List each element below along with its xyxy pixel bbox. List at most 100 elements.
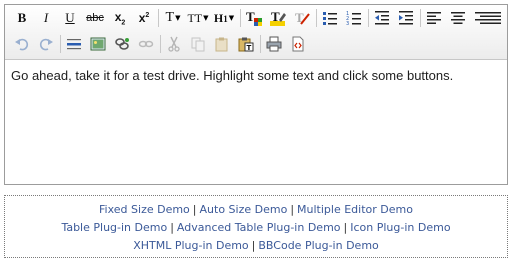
- unlink-button[interactable]: [135, 33, 157, 55]
- link-icon: [115, 38, 129, 50]
- copy-button[interactable]: [187, 33, 209, 55]
- cut-button[interactable]: [163, 33, 185, 55]
- numbered-list-icon: 1 2 3: [346, 11, 361, 26]
- link-separator: |: [251, 239, 256, 252]
- svg-text:T: T: [247, 44, 252, 52]
- demo-links-line-3: XHTML Plug-in Demo | BBCode Plug-in Demo: [5, 237, 507, 255]
- indent-button[interactable]: [395, 7, 417, 29]
- horizontal-rule-icon: [67, 39, 81, 50]
- toolbar-separator: [160, 35, 161, 53]
- font-size-dropdown[interactable]: TT ▼: [185, 7, 211, 29]
- auto-size-demo-link[interactable]: Auto Size Demo: [200, 203, 288, 216]
- toolbar-separator: [420, 9, 421, 27]
- xhtml-plugin-demo-link[interactable]: XHTML Plug-in Demo: [133, 239, 248, 252]
- paste-icon: [215, 37, 228, 52]
- remove-format-button[interactable]: T: [291, 7, 313, 29]
- undo-button[interactable]: [11, 33, 33, 55]
- paste-text-button[interactable]: T: [235, 33, 257, 55]
- html-source-button[interactable]: [287, 33, 309, 55]
- copy-icon: [191, 37, 205, 52]
- subscript-icon: x2: [115, 10, 126, 26]
- toolbar-separator: [158, 9, 159, 27]
- chevron-down-icon: ▼: [203, 14, 209, 22]
- font-size-icon: TT: [187, 10, 203, 25]
- print-button[interactable]: [263, 33, 285, 55]
- font-family-icon: T: [165, 10, 175, 25]
- align-left-icon: [427, 12, 441, 24]
- unlink-icon: [138, 40, 154, 48]
- fixed-size-demo-link[interactable]: Fixed Size Demo: [99, 203, 190, 216]
- justify-button[interactable]: [483, 7, 505, 29]
- chevron-down-icon: ▼: [228, 14, 235, 22]
- link-separator: |: [290, 203, 295, 216]
- subscript-button[interactable]: x2: [109, 7, 131, 29]
- italic-icon: I: [43, 10, 49, 25]
- outdent-icon: [375, 11, 389, 25]
- html-source-icon: [292, 36, 304, 52]
- demo-links-line-2: Table Plug-in Demo | Advanced Table Plug-i…: [5, 219, 507, 237]
- toolbar-separator: [60, 35, 61, 53]
- toolbar-separator: [368, 9, 369, 27]
- insert-link-button[interactable]: [111, 33, 133, 55]
- link-separator: |: [192, 203, 197, 216]
- bold-button[interactable]: B: [11, 7, 33, 29]
- svg-text:T: T: [271, 9, 280, 24]
- svg-text:3: 3: [346, 21, 349, 26]
- strikethrough-icon: abc: [86, 12, 104, 24]
- redo-icon: [39, 38, 53, 51]
- editor-content-area[interactable]: Go ahead, take it for a test drive. High…: [5, 60, 507, 184]
- align-center-icon: [451, 12, 465, 24]
- superscript-mark: 2: [145, 12, 150, 19]
- svg-text:T: T: [246, 9, 255, 24]
- table-plugin-demo-link[interactable]: Table Plug-in Demo: [61, 221, 167, 234]
- outdent-button[interactable]: [371, 7, 393, 29]
- editor-content-text: Go ahead, take it for a test drive. High…: [11, 68, 454, 83]
- superscript-icon: x2: [139, 11, 150, 25]
- image-icon: [90, 37, 106, 51]
- multiple-editor-demo-link[interactable]: Multiple Editor Demo: [297, 203, 413, 216]
- redo-button[interactable]: [35, 33, 57, 55]
- paste-button[interactable]: [211, 33, 233, 55]
- bold-icon: B: [17, 10, 27, 25]
- font-family-dropdown[interactable]: T ▼: [161, 7, 185, 29]
- italic-button[interactable]: I: [35, 7, 57, 29]
- numbered-list-button[interactable]: 1 2 3: [343, 7, 365, 29]
- justify-icon: [487, 12, 501, 24]
- printer-icon: [266, 36, 282, 52]
- advanced-table-plugin-demo-link[interactable]: Advanced Table Plug-in Demo: [177, 221, 341, 234]
- remove-format-icon: T: [295, 10, 310, 25]
- heading-letter: H: [213, 10, 224, 25]
- horizontal-rule-button[interactable]: [63, 33, 85, 55]
- toolbar-separator: [316, 9, 317, 27]
- text-color-icon: T: [246, 9, 262, 26]
- text-color-button[interactable]: T: [243, 7, 265, 29]
- demo-links-line-1: Fixed Size Demo | Auto Size Demo | Multiple …: [5, 201, 507, 219]
- underline-button[interactable]: U: [59, 7, 81, 29]
- chevron-down-icon: ▼: [175, 14, 181, 22]
- indent-icon: [399, 11, 413, 25]
- heading-icon: H1: [214, 11, 228, 26]
- scissors-icon: [168, 36, 180, 52]
- icon-plugin-demo-link[interactable]: Icon Plug-in Demo: [350, 221, 450, 234]
- bbcode-plugin-demo-link[interactable]: BBCode Plug-in Demo: [258, 239, 378, 252]
- toolbar-separator: [240, 9, 241, 27]
- heading-dropdown[interactable]: H1 ▼: [211, 7, 237, 29]
- align-center-button[interactable]: [447, 7, 469, 29]
- link-separator: |: [343, 221, 348, 234]
- demo-links-box: Fixed Size Demo | Auto Size Demo | Multiple …: [4, 195, 508, 258]
- heading-level: 1: [223, 13, 228, 24]
- underline-icon: U: [65, 10, 75, 25]
- subscript-mark: 2: [121, 19, 126, 27]
- highlight-button[interactable]: T: [267, 7, 289, 29]
- paste-text-icon: T: [238, 37, 254, 52]
- insert-image-button[interactable]: [87, 33, 109, 55]
- bulleted-list-icon: [323, 12, 337, 25]
- align-left-button[interactable]: [423, 7, 445, 29]
- editor-toolbar: B I U abc x2 x2 T ▼ TT ▼ H1 ▼ T T T 1 2 …: [5, 5, 507, 60]
- rich-text-editor: B I U abc x2 x2 T ▼ TT ▼ H1 ▼ T T T 1 2 …: [4, 4, 508, 185]
- toolbar-separator: [260, 35, 261, 53]
- bulleted-list-button[interactable]: [319, 7, 341, 29]
- strikethrough-button[interactable]: abc: [83, 7, 107, 29]
- link-separator: |: [170, 221, 174, 234]
- superscript-button[interactable]: x2: [133, 7, 155, 29]
